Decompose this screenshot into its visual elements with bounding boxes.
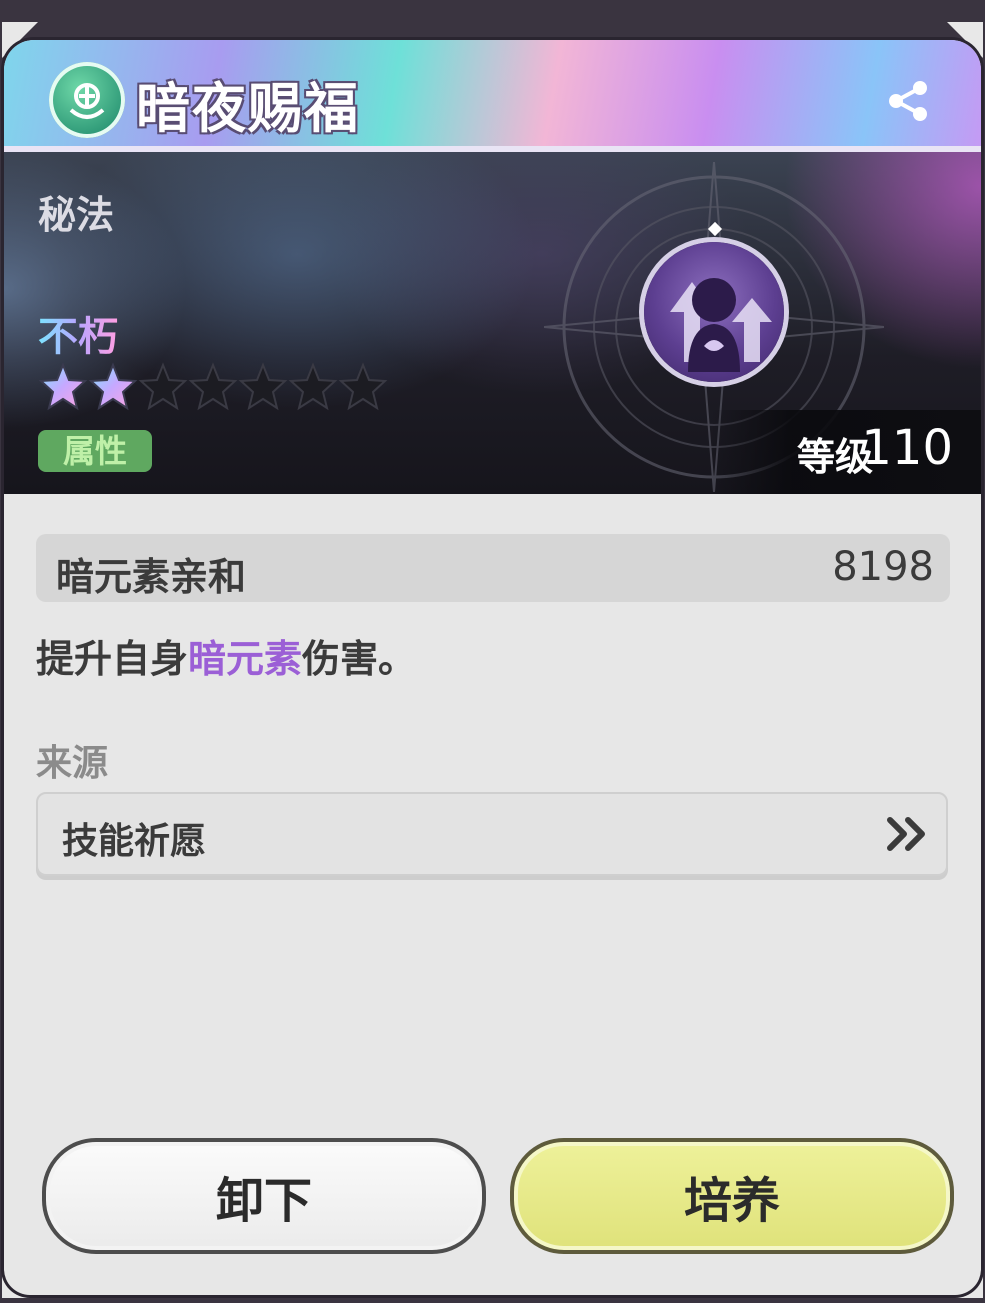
rarity-label: 不朽 — [38, 304, 118, 362]
star-empty-icon — [338, 362, 388, 411]
stat-name: 暗元素亲和 — [56, 555, 247, 599]
share-icon[interactable] — [884, 76, 934, 126]
star-empty-icon — [288, 362, 338, 411]
blessing-type-icon — [49, 62, 125, 138]
stat-row: 暗元素亲和 8198 — [36, 534, 950, 602]
source-label: 来源 — [36, 743, 109, 784]
star-empty-icon — [138, 362, 188, 411]
star-rating — [38, 362, 388, 412]
star-filled-icon — [38, 362, 88, 411]
source-item-label: 技能祈愿 — [62, 821, 207, 862]
train-button[interactable]: 培养 — [510, 1138, 954, 1254]
skill-emblem-icon — [644, 242, 784, 382]
description-prefix: 提升自身 — [36, 637, 189, 681]
source-skill-wish-button[interactable]: 技能祈愿 — [36, 792, 948, 876]
item-detail-card: 暗夜赐福 秘法 不朽 属性 等级 110 暗元素亲和 8198 提升自身暗元素伤… — [4, 40, 981, 1295]
attribute-badge: 属性 — [38, 430, 152, 472]
level-value: 110 — [861, 420, 953, 476]
description-suffix: 伤害。 — [302, 637, 417, 681]
description-highlight: 暗元素 — [188, 637, 303, 681]
header: 暗夜赐福 — [4, 40, 981, 148]
item-description: 提升自身暗元素伤害。 — [36, 628, 416, 683]
star-empty-icon — [238, 362, 288, 411]
double-chevron-right-icon — [887, 817, 925, 851]
item-banner: 秘法 不朽 属性 等级 110 — [4, 152, 981, 494]
item-title: 暗夜赐福 — [136, 77, 360, 140]
star-empty-icon — [188, 362, 238, 411]
stat-value: 8198 — [832, 544, 934, 590]
star-filled-icon — [88, 362, 138, 411]
item-category: 秘法 — [38, 193, 115, 237]
unload-button[interactable]: 卸下 — [42, 1138, 486, 1254]
